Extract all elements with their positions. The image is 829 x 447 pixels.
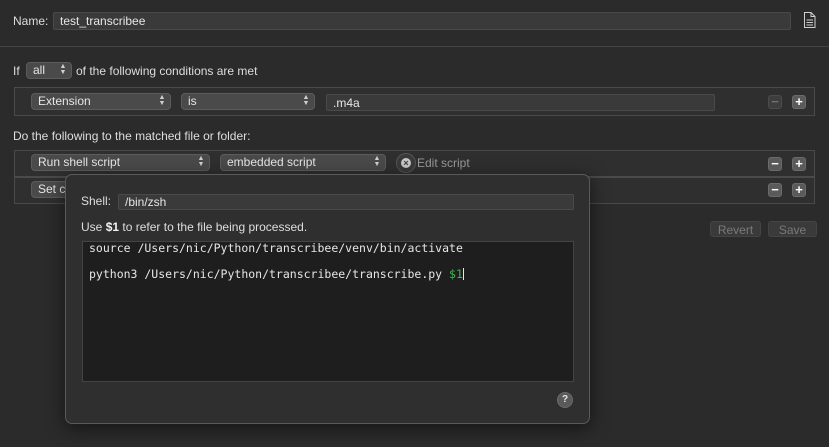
add-condition-button[interactable]: + bbox=[792, 95, 806, 109]
script-source-value: embedded script bbox=[227, 155, 316, 169]
name-label: Name: bbox=[13, 14, 49, 28]
save-button[interactable]: Save bbox=[768, 221, 817, 237]
header-divider bbox=[0, 46, 829, 47]
condition-value-field[interactable]: .m4a bbox=[326, 94, 715, 111]
action-type-value: Run shell script bbox=[38, 155, 121, 169]
chevron-updown-icon: ▲ ▼ bbox=[158, 94, 166, 107]
revert-button[interactable]: Revert bbox=[710, 221, 761, 237]
script-editor[interactable]: source /Users/nic/Python/transcribee/ven… bbox=[82, 241, 574, 382]
if-label: If bbox=[13, 64, 20, 78]
code-variable: $1 bbox=[449, 267, 463, 281]
condition-attribute-value: Extension bbox=[38, 94, 91, 108]
script-source-popup[interactable]: embedded script ▲ ▼ bbox=[220, 154, 386, 171]
help-button[interactable]: ? bbox=[557, 392, 573, 408]
conditions-suffix: of the following conditions are met bbox=[76, 64, 258, 78]
remove-action-button-2[interactable]: − bbox=[768, 183, 782, 197]
script-editor-popover: Shell: /bin/zsh Use $1 to refer to the f… bbox=[65, 174, 590, 424]
code-line-1: source /Users/nic/Python/transcribee/ven… bbox=[89, 241, 463, 255]
script-hint: Use $1 to refer to the file being proces… bbox=[81, 220, 308, 234]
close-icon: × bbox=[401, 158, 411, 168]
code-line-3: python3 /Users/nic/Python/transcribee/tr… bbox=[89, 267, 464, 281]
add-action-button-2[interactable]: + bbox=[792, 183, 806, 197]
edit-script-link[interactable]: Edit script bbox=[417, 156, 470, 170]
match-mode-popup[interactable]: all ▲ ▼ bbox=[26, 62, 72, 79]
name-field[interactable]: test_transcribee bbox=[53, 12, 791, 30]
chevron-updown-icon: ▲ ▼ bbox=[373, 155, 381, 168]
add-action-button[interactable]: + bbox=[792, 157, 806, 171]
actions-heading: Do the following to the matched file or … bbox=[13, 129, 251, 143]
document-icon[interactable] bbox=[803, 12, 816, 28]
remove-action-button[interactable]: − bbox=[768, 157, 782, 171]
remove-condition-button[interactable]: − bbox=[768, 95, 782, 109]
shell-label: Shell: bbox=[81, 194, 112, 208]
text-cursor bbox=[462, 268, 464, 280]
shell-field[interactable]: /bin/zsh bbox=[118, 194, 574, 210]
condition-attribute-popup[interactable]: Extension ▲ ▼ bbox=[31, 93, 171, 110]
match-mode-value: all bbox=[33, 63, 46, 77]
action-type-popup[interactable]: Run shell script ▲ ▼ bbox=[31, 154, 210, 171]
close-editor-button[interactable]: × bbox=[396, 153, 416, 173]
condition-operator-value: is bbox=[188, 94, 197, 108]
chevron-updown-icon: ▲ ▼ bbox=[302, 94, 310, 107]
condition-operator-popup[interactable]: is ▲ ▼ bbox=[181, 93, 315, 110]
chevron-updown-icon: ▲ ▼ bbox=[197, 155, 205, 168]
chevron-updown-icon: ▲ ▼ bbox=[59, 63, 67, 76]
